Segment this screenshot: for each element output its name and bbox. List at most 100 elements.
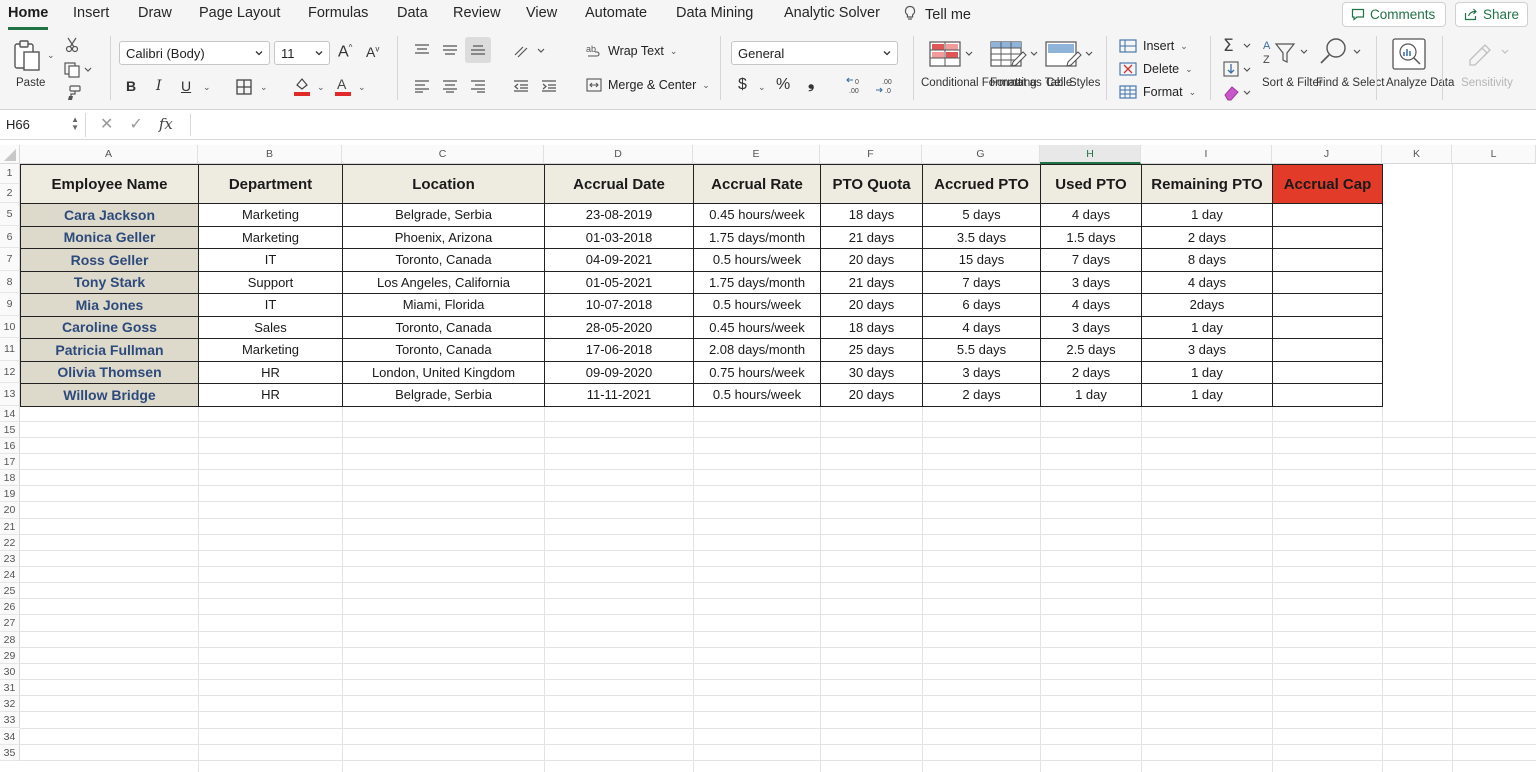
header-accrual-rate[interactable]: Accrual Rate (693, 164, 821, 204)
row-header[interactable]: 15 (0, 421, 20, 438)
cell-used-pto[interactable]: 3 days (1040, 315, 1142, 339)
cell-accrual-date[interactable]: 17-06-2018 (544, 338, 694, 362)
cell-accrued-pto[interactable]: 3.5 days (922, 225, 1041, 249)
worksheet-grid[interactable]: A B C D E F G H I J K L 1 2 5 6 7 8 9 10 11 12 13 1… (0, 140, 1536, 772)
header-employee-name[interactable]: Employee Name (20, 164, 199, 204)
insert-cells-button[interactable]: Insert ⌄ (1119, 39, 1188, 53)
cell-department[interactable]: Marketing (198, 203, 343, 227)
cell-department[interactable]: Marketing (198, 225, 343, 249)
cell-accrued-pto[interactable]: 15 days (922, 248, 1041, 272)
cell-accrual-rate[interactable]: 0.5 hours/week (693, 248, 821, 272)
cell-pto-quota[interactable]: 30 days (820, 360, 923, 384)
column-header-f[interactable]: F (820, 145, 922, 164)
fill-color-chevron-down-icon[interactable]: ⌄ (317, 82, 325, 93)
cell-pto-quota[interactable]: 21 days (820, 270, 923, 294)
cell-department[interactable]: Marketing (198, 338, 343, 362)
column-header-c[interactable]: C (342, 145, 544, 164)
column-header-k[interactable]: K (1382, 145, 1452, 164)
confirm-check-icon[interactable]: ✓ (129, 114, 142, 134)
autosum-icon[interactable]: Σ (1222, 36, 1256, 56)
row-header[interactable]: 27 (0, 615, 20, 632)
tell-me-search[interactable]: Tell me (903, 5, 971, 23)
row-header[interactable]: 19 (0, 486, 20, 503)
align-center-icon[interactable] (440, 78, 460, 94)
cancel-x-icon[interactable]: ✕ (100, 114, 113, 134)
cell-employee-name[interactable]: Olivia Thomsen (20, 360, 199, 384)
column-header-l[interactable]: L (1452, 145, 1536, 164)
cell-accrual-date[interactable]: 10-07-2018 (544, 293, 694, 317)
cell-location[interactable]: Toronto, Canada (342, 315, 545, 339)
tab-insert[interactable]: Insert (73, 5, 109, 21)
cell-location[interactable]: Belgrade, Serbia (342, 203, 545, 227)
cell-accrual-rate[interactable]: 2.08 days/month (693, 338, 821, 362)
cell-remaining-pto[interactable]: 3 days (1141, 338, 1273, 362)
decrease-indent-icon[interactable] (511, 78, 531, 94)
row-header[interactable]: 35 (0, 744, 20, 761)
row-header[interactable]: 7 (0, 248, 20, 271)
bold-icon[interactable]: B (126, 78, 136, 94)
increase-font-size-icon[interactable]: A^ (338, 43, 352, 61)
cell-accrued-pto[interactable]: 5 days (922, 203, 1041, 227)
cell-used-pto[interactable]: 1 day (1040, 383, 1142, 407)
cell-accrual-cap[interactable] (1272, 293, 1383, 317)
tab-data-mining[interactable]: Data Mining (676, 5, 753, 21)
format-painter-icon[interactable] (64, 84, 82, 102)
paste-chevron-down-icon[interactable]: ⌄ (47, 50, 55, 61)
align-middle-icon[interactable] (440, 42, 460, 58)
header-accrual-cap[interactable]: Accrual Cap (1272, 164, 1383, 204)
row-header[interactable]: 30 (0, 663, 20, 681)
cell-used-pto[interactable]: 3 days (1040, 270, 1142, 294)
cell-accrual-cap[interactable] (1272, 338, 1383, 362)
row-header[interactable]: 1 (0, 164, 20, 184)
cell-remaining-pto[interactable]: 8 days (1141, 248, 1273, 272)
cell-pto-quota[interactable]: 20 days (820, 248, 923, 272)
cell-location[interactable]: Toronto, Canada (342, 248, 545, 272)
copy-icon[interactable] (63, 61, 93, 79)
cell-accrual-date[interactable]: 04-09-2021 (544, 248, 694, 272)
cell-used-pto[interactable]: 7 days (1040, 248, 1142, 272)
row-header[interactable]: 25 (0, 583, 20, 600)
row-header[interactable]: 33 (0, 712, 20, 729)
comma-style-icon[interactable]: ❟ (808, 75, 814, 93)
cell-styles-icon[interactable] (1044, 38, 1094, 72)
cell-location[interactable]: Phoenix, Arizona (342, 225, 545, 249)
insert-function-fx-icon[interactable]: fx (159, 115, 173, 133)
tab-draw[interactable]: Draw (138, 5, 172, 21)
row-header[interactable]: 11 (0, 338, 20, 361)
merge-center-button[interactable]: Merge & Center ⌄ (586, 78, 710, 92)
cell-employee-name[interactable]: Willow Bridge (20, 383, 199, 407)
header-pto-quota[interactable]: PTO Quota (820, 164, 923, 204)
increase-decimal-icon[interactable]: 0.00 (845, 76, 867, 96)
row-header[interactable]: 9 (0, 293, 20, 316)
share-button[interactable]: Share (1455, 2, 1528, 27)
cell-pto-quota[interactable]: 18 days (820, 315, 923, 339)
tab-analytic-solver[interactable]: Analytic Solver (784, 5, 880, 21)
row-header[interactable]: 20 (0, 502, 20, 519)
cell-accrual-rate[interactable]: 0.45 hours/week (693, 315, 821, 339)
cell-remaining-pto[interactable]: 2days (1141, 293, 1273, 317)
format-cells-button[interactable]: Format ⌄ (1119, 85, 1196, 99)
underline-icon[interactable]: U (181, 78, 191, 94)
cell-employee-name[interactable]: Cara Jackson (20, 203, 199, 227)
cell-department[interactable]: HR (198, 360, 343, 384)
cut-scissors-icon[interactable] (64, 36, 80, 54)
cell-accrued-pto[interactable]: 3 days (922, 360, 1041, 384)
cell-department[interactable]: IT (198, 293, 343, 317)
tab-formulas[interactable]: Formulas (308, 5, 368, 21)
row-header[interactable]: 24 (0, 567, 20, 584)
cell-remaining-pto[interactable]: 1 day (1141, 360, 1273, 384)
underline-chevron-down-icon[interactable]: ⌄ (203, 82, 211, 93)
cell-remaining-pto[interactable]: 1 day (1141, 315, 1273, 339)
cell-accrual-date[interactable]: 01-03-2018 (544, 225, 694, 249)
tab-page-layout[interactable]: Page Layout (199, 5, 280, 21)
cell-used-pto[interactable]: 4 days (1040, 293, 1142, 317)
cell-accrual-date[interactable]: 01-05-2021 (544, 270, 694, 294)
wrap-text-button[interactable]: ab Wrap Text ⌄ (586, 43, 677, 59)
italic-icon[interactable]: I (156, 78, 162, 94)
cell-accrual-cap[interactable] (1272, 270, 1383, 294)
row-header[interactable]: 28 (0, 631, 20, 648)
format-as-table-icon[interactable] (989, 38, 1039, 72)
font-name-select[interactable]: Calibri (Body) (119, 41, 270, 65)
cell-pto-quota[interactable]: 21 days (820, 225, 923, 249)
cell-accrual-cap[interactable] (1272, 383, 1383, 407)
